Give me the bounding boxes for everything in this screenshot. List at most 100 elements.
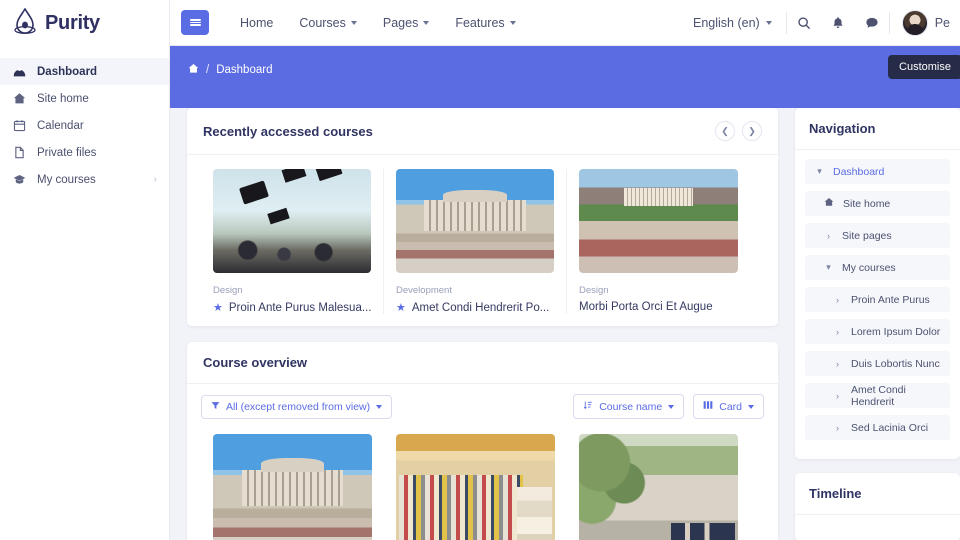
chevron-right-icon[interactable]: › <box>833 423 842 433</box>
course-card[interactable]: Design ★ Proin Ante Purus Malesua... <box>201 169 384 314</box>
carousel-controls: ❮ ❯ <box>715 121 762 141</box>
block-title: Navigation <box>795 108 960 150</box>
language-selector[interactable]: English (en) <box>693 16 786 30</box>
nav-item-my-courses[interactable]: ▾ My courses <box>805 255 950 280</box>
overview-right-controls: Course name Card <box>573 394 764 419</box>
card-header: Course overview <box>187 342 778 384</box>
chevron-down-icon <box>509 20 516 25</box>
chevron-down-icon <box>748 404 754 409</box>
card-title: Course overview <box>203 355 308 370</box>
nav-link-home[interactable]: Home <box>227 16 286 30</box>
timeline-block: Timeline <box>795 473 960 540</box>
star-icon[interactable]: ★ <box>396 301 406 314</box>
course-category: Design <box>213 285 243 296</box>
course-name-row: ★ Amet Condi Hendrerit Po... <box>396 301 554 315</box>
timeline-body <box>795 515 960 540</box>
view-dropdown[interactable]: Card <box>693 394 764 419</box>
search-icon[interactable] <box>787 6 821 40</box>
course-name-row: ★ Proin Ante Purus Malesua... <box>213 301 371 315</box>
overview-course-card[interactable] <box>384 434 567 540</box>
nav-item-site-pages[interactable]: › Site pages <box>805 223 950 248</box>
chevron-down-icon <box>376 404 383 409</box>
nav-link-pages[interactable]: Pages <box>370 16 442 30</box>
course-card[interactable]: Design Morbi Porta Orci Et Augue <box>567 169 750 314</box>
star-icon[interactable]: ★ <box>213 301 223 314</box>
sidebar-item-my-courses[interactable]: My courses › <box>0 166 169 193</box>
chevron-right-icon[interactable]: › <box>833 295 842 305</box>
chevron-right-icon[interactable]: › <box>833 359 842 369</box>
nav-item-course[interactable]: › Lorem Ipsum Dolor <box>805 319 950 344</box>
sort-label: Course name <box>599 400 663 413</box>
overview-course-card[interactable] <box>201 434 384 540</box>
brand-name: Purity <box>45 11 100 34</box>
left-sidebar: Purity Dashboard Site home Calendar Priv… <box>0 0 170 540</box>
page-root: Purity Dashboard Site home Calendar Priv… <box>0 0 960 540</box>
sort-dropdown[interactable]: Course name <box>573 394 685 419</box>
chevron-down-icon[interactable]: ▾ <box>815 166 824 177</box>
chevron-down-icon <box>668 404 675 409</box>
course-image <box>396 169 554 273</box>
chevron-right-icon[interactable]: › <box>833 327 842 337</box>
course-category: Design <box>579 285 609 296</box>
sidebar-item-site-home[interactable]: Site home <box>0 85 169 112</box>
course-card[interactable]: Development ★ Amet Condi Hendrerit Po... <box>384 169 567 314</box>
course-image <box>579 434 738 540</box>
breadcrumb: / Dashboard <box>170 46 960 77</box>
nav-item-dashboard[interactable]: ▾ Dashboard <box>805 159 950 184</box>
nav-link-courses[interactable]: Courses <box>286 16 370 30</box>
chevron-left-icon[interactable]: ❮ <box>715 121 735 141</box>
graduation-cap-icon <box>13 173 26 186</box>
nav-item-course[interactable]: › Sed Lacinia Orci <box>805 415 950 440</box>
sidebar-item-private-files[interactable]: Private files <box>0 139 169 166</box>
chevron-down-icon[interactable]: ▾ <box>824 262 833 273</box>
recent-course-list: Design ★ Proin Ante Purus Malesua... Dev… <box>187 155 778 326</box>
user-name[interactable]: Pe <box>935 16 950 30</box>
course-image <box>213 169 371 273</box>
nav-item-site-home[interactable]: Site home <box>805 191 950 216</box>
brand[interactable]: Purity <box>0 0 169 46</box>
grid-icon <box>703 400 713 413</box>
course-overview-card: Course overview All (except removed from… <box>187 342 778 540</box>
nav-item-label: Site home <box>843 197 891 210</box>
sidebar-item-label: Dashboard <box>37 65 98 78</box>
nav-item-course[interactable]: › Proin Ante Purus <box>805 287 950 312</box>
breadcrumb-separator: / <box>206 64 210 76</box>
avatar[interactable] <box>901 9 928 36</box>
filter-dropdown[interactable]: All (except removed from view) <box>201 394 393 419</box>
hamburger-icon[interactable] <box>181 10 209 35</box>
dashboard-icon <box>13 65 26 78</box>
nav-item-label: Dashboard <box>833 165 885 178</box>
sidebar-item-label: Site home <box>37 92 89 105</box>
nav-link-features[interactable]: Features <box>442 16 528 30</box>
message-icon[interactable] <box>855 6 889 40</box>
sidebar-item-calendar[interactable]: Calendar <box>0 112 169 139</box>
filter-label: All (except removed from view) <box>226 400 371 413</box>
home-icon <box>824 197 834 210</box>
nav-item-course[interactable]: › Duis Lobortis Nunc <box>805 351 950 376</box>
bell-icon[interactable] <box>821 6 855 40</box>
content-region: Recently accessed courses ❮ ❯ Design ★ P… <box>170 108 960 540</box>
file-icon <box>13 146 26 159</box>
overview-course-card[interactable] <box>567 434 750 540</box>
course-name: Proin Ante Purus Malesua... <box>228 301 371 314</box>
sidebar-nav: Dashboard Site home Calendar Private fil… <box>0 58 169 193</box>
nav-link-label: Home <box>240 15 274 30</box>
home-icon[interactable] <box>188 63 199 77</box>
course-name-row: Morbi Porta Orci Et Augue <box>579 301 738 313</box>
customise-button[interactable]: Customise <box>888 55 960 79</box>
calendar-icon <box>13 119 26 132</box>
chevron-right-icon[interactable]: ❯ <box>742 121 762 141</box>
sidebar-item-dashboard[interactable]: Dashboard <box>0 58 169 85</box>
chevron-right-icon[interactable]: › <box>824 231 833 241</box>
nav-item-label: Amet Condi Hendrerit <box>851 383 906 408</box>
main-area: Home Courses Pages Features English (en) <box>170 0 960 540</box>
course-image <box>213 434 372 540</box>
divider <box>888 11 890 34</box>
nav-item-course[interactable]: › Amet Condi Hendrerit <box>805 383 950 408</box>
topnav-right: English (en) Pe <box>693 6 950 40</box>
navigation-block: Navigation ▾ Dashboard Site home › Site … <box>795 108 960 459</box>
chevron-right-icon[interactable]: › <box>833 391 842 401</box>
nav-link-label: Features <box>455 15 505 30</box>
main-column: Recently accessed courses ❮ ❯ Design ★ P… <box>187 108 778 540</box>
nav-link-label: Pages <box>382 15 419 30</box>
